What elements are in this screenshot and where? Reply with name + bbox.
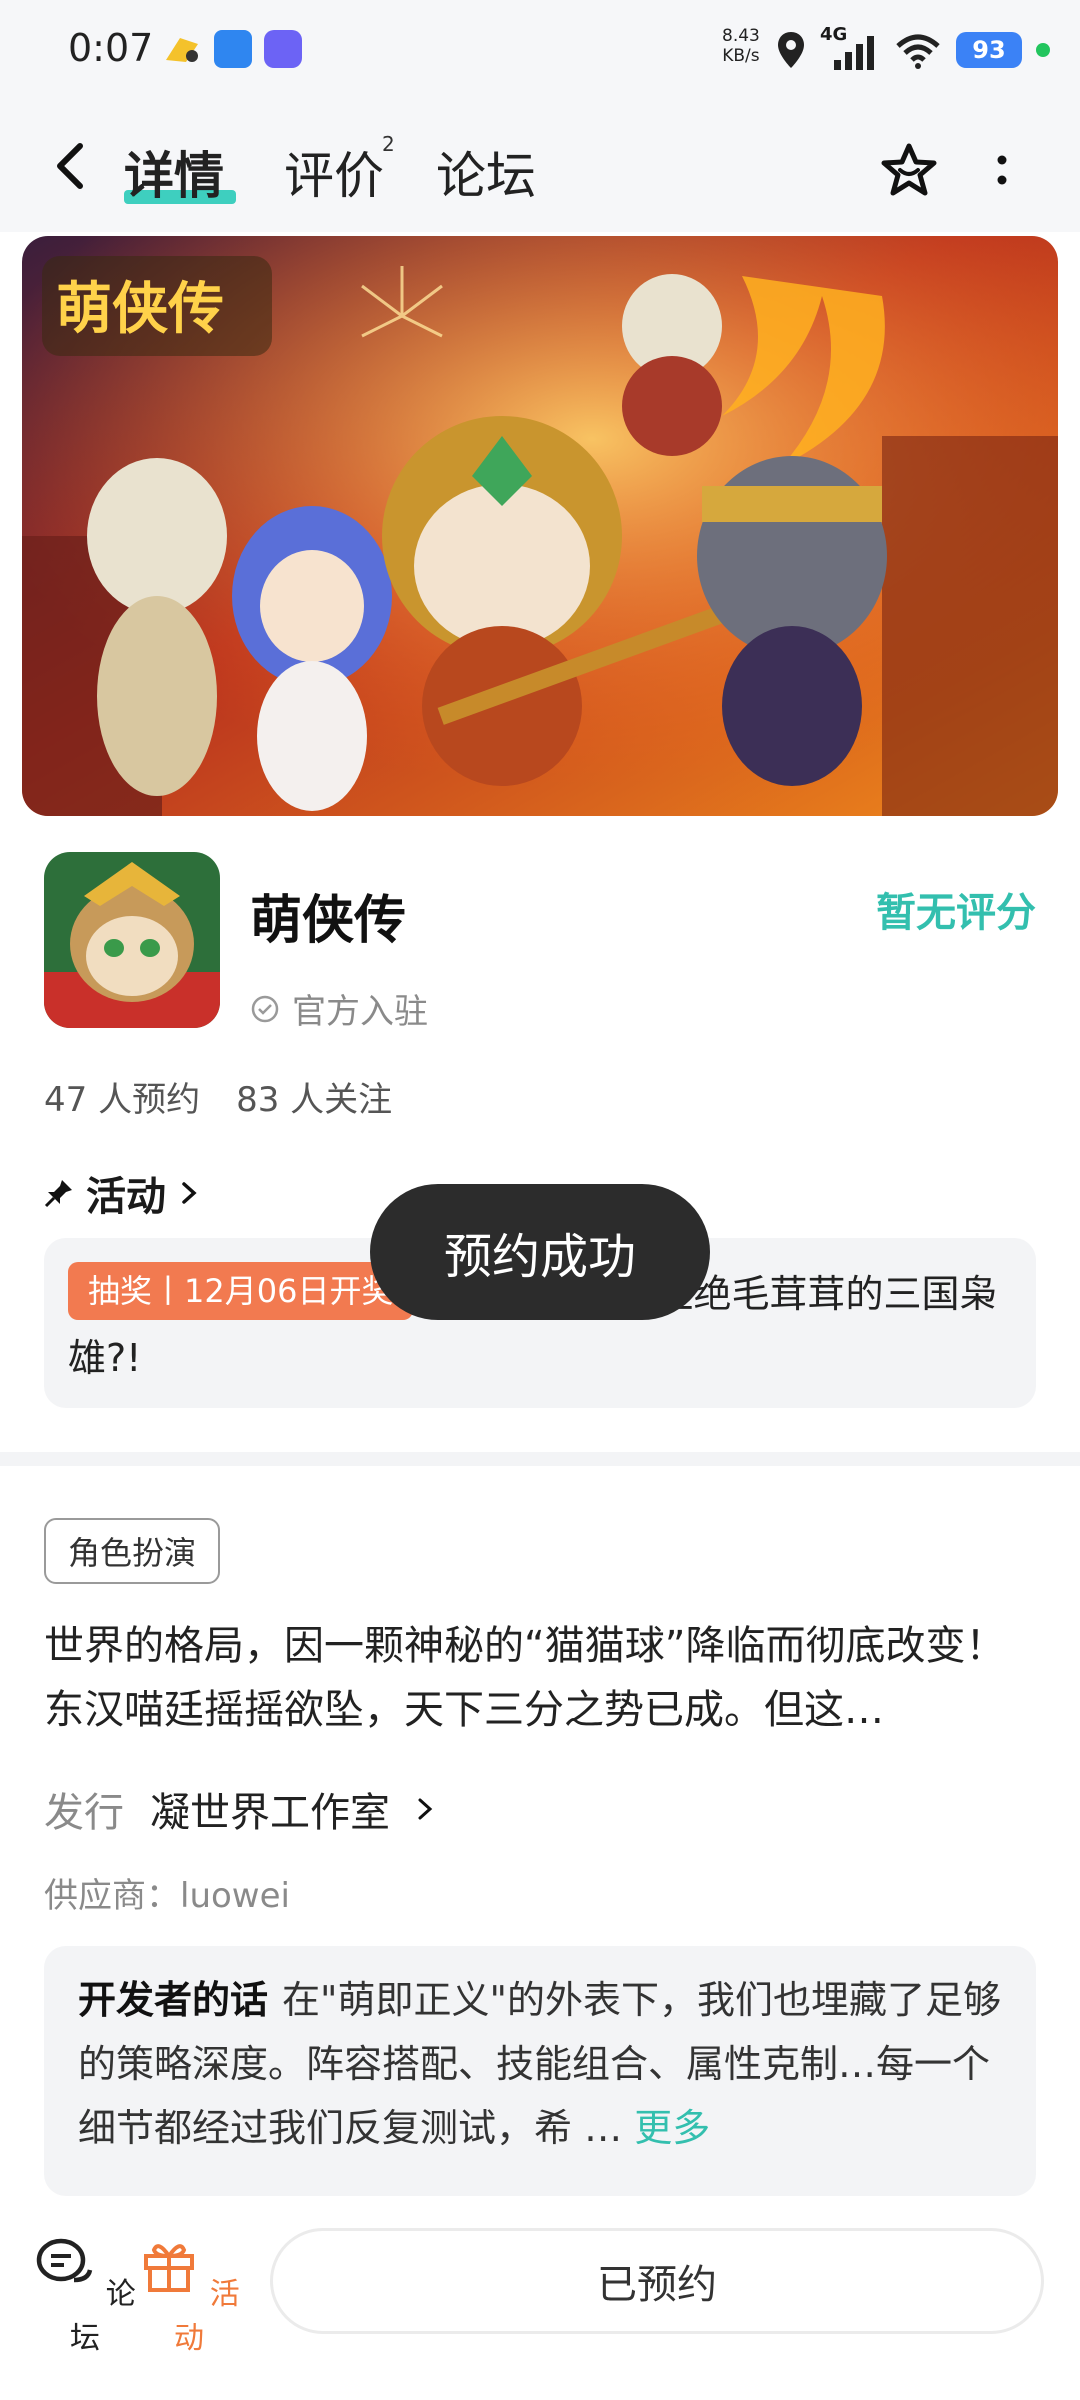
- status-time: 0:07: [68, 26, 154, 70]
- app-header: 详情 评价 2 论坛: [0, 100, 1080, 232]
- verified-check-icon: [251, 995, 279, 1022]
- verified-label: 官方入驻: [292, 992, 428, 1032]
- pin-icon: [44, 1180, 72, 1208]
- lottery-tag: 抽奖丨12月06日开奖: [68, 1262, 414, 1320]
- supplier-info: 供应商：luowei: [44, 1876, 290, 1916]
- status-dot: [1036, 43, 1050, 57]
- app-stats: 47 人预约 83 人关注: [44, 1072, 392, 1121]
- activity-title: 活动: [86, 1174, 166, 1220]
- more-link[interactable]: 更多: [634, 2106, 710, 2150]
- follower-count: 83 人关注: [236, 1080, 393, 1120]
- gift-icon: [144, 2244, 195, 2292]
- toast-message: 预约成功: [370, 1184, 710, 1320]
- tab-forum[interactable]: 论坛: [436, 136, 536, 208]
- rating-label: 暂无评分: [876, 890, 1036, 936]
- app-name: 萌侠传: [250, 891, 407, 951]
- signal-icon: 4G: [820, 24, 880, 72]
- activity-section-header[interactable]: 活动: [44, 1164, 200, 1222]
- publisher-label: 发行: [44, 1790, 124, 1836]
- bottom-action-bar: 论坛 活动 已预约: [0, 2200, 1080, 2400]
- location-icon: [778, 32, 804, 68]
- forum-nav-button[interactable]: 论坛: [30, 2236, 140, 2357]
- banner-logo-text: 萌侠传: [56, 277, 224, 342]
- reserved-button[interactable]: 已预约: [270, 2228, 1044, 2334]
- official-verified: 官方入驻: [250, 984, 428, 1033]
- tab-details[interactable]: 详情: [124, 136, 224, 208]
- tab-reviews[interactable]: 评价: [284, 136, 384, 208]
- genre-tag[interactable]: 角色扮演: [44, 1518, 221, 1584]
- publisher-row[interactable]: 发行 凝世界工作室: [44, 1780, 434, 1838]
- status-icons: 4G 93: [776, 24, 1050, 76]
- wifi-icon: [896, 34, 940, 69]
- notification-app-icon: [264, 30, 302, 68]
- developer-note-card[interactable]: 开发者的话 在"萌即正义"的外表下，我们也埋藏了足够的策略深度。阵容搭配、技能组合…: [44, 1946, 1036, 2196]
- more-menu-icon[interactable]: [990, 152, 1014, 192]
- favorite-star-icon[interactable]: [880, 142, 938, 198]
- game-description[interactable]: 世界的格局，因一颗神秘的“猫猫球”降临而彻底改变！东汉喵廷摇摇欲坠，天下三分之势…: [44, 1614, 1044, 1742]
- publisher-name: 凝世界工作室: [150, 1790, 390, 1836]
- chevron-right-icon: [418, 1798, 433, 1820]
- activity-nav-button[interactable]: 活动: [134, 2236, 244, 2357]
- reviews-count-badge: 2: [382, 132, 395, 156]
- game-banner[interactable]: 萌侠传: [22, 236, 1058, 816]
- forum-chat-icon: [36, 2238, 93, 2283]
- back-icon[interactable]: [50, 140, 94, 192]
- app-icon: [44, 852, 220, 1028]
- network-speed: 8.43 KB/s: [722, 26, 760, 66]
- notification-app-icon: [166, 38, 198, 62]
- banner-artwork: 萌侠传: [22, 236, 1058, 816]
- battery-icon: 93: [956, 32, 1022, 68]
- section-divider: [0, 1452, 1080, 1466]
- status-bar: 0:07 8.43 KB/s 4G 93: [0, 0, 1080, 100]
- chevron-right-icon: [182, 1182, 197, 1204]
- developer-note-title: 开发者的话: [78, 1978, 269, 2022]
- notification-app-icon: [214, 30, 252, 68]
- reservation-count: 47 人预约: [44, 1080, 201, 1120]
